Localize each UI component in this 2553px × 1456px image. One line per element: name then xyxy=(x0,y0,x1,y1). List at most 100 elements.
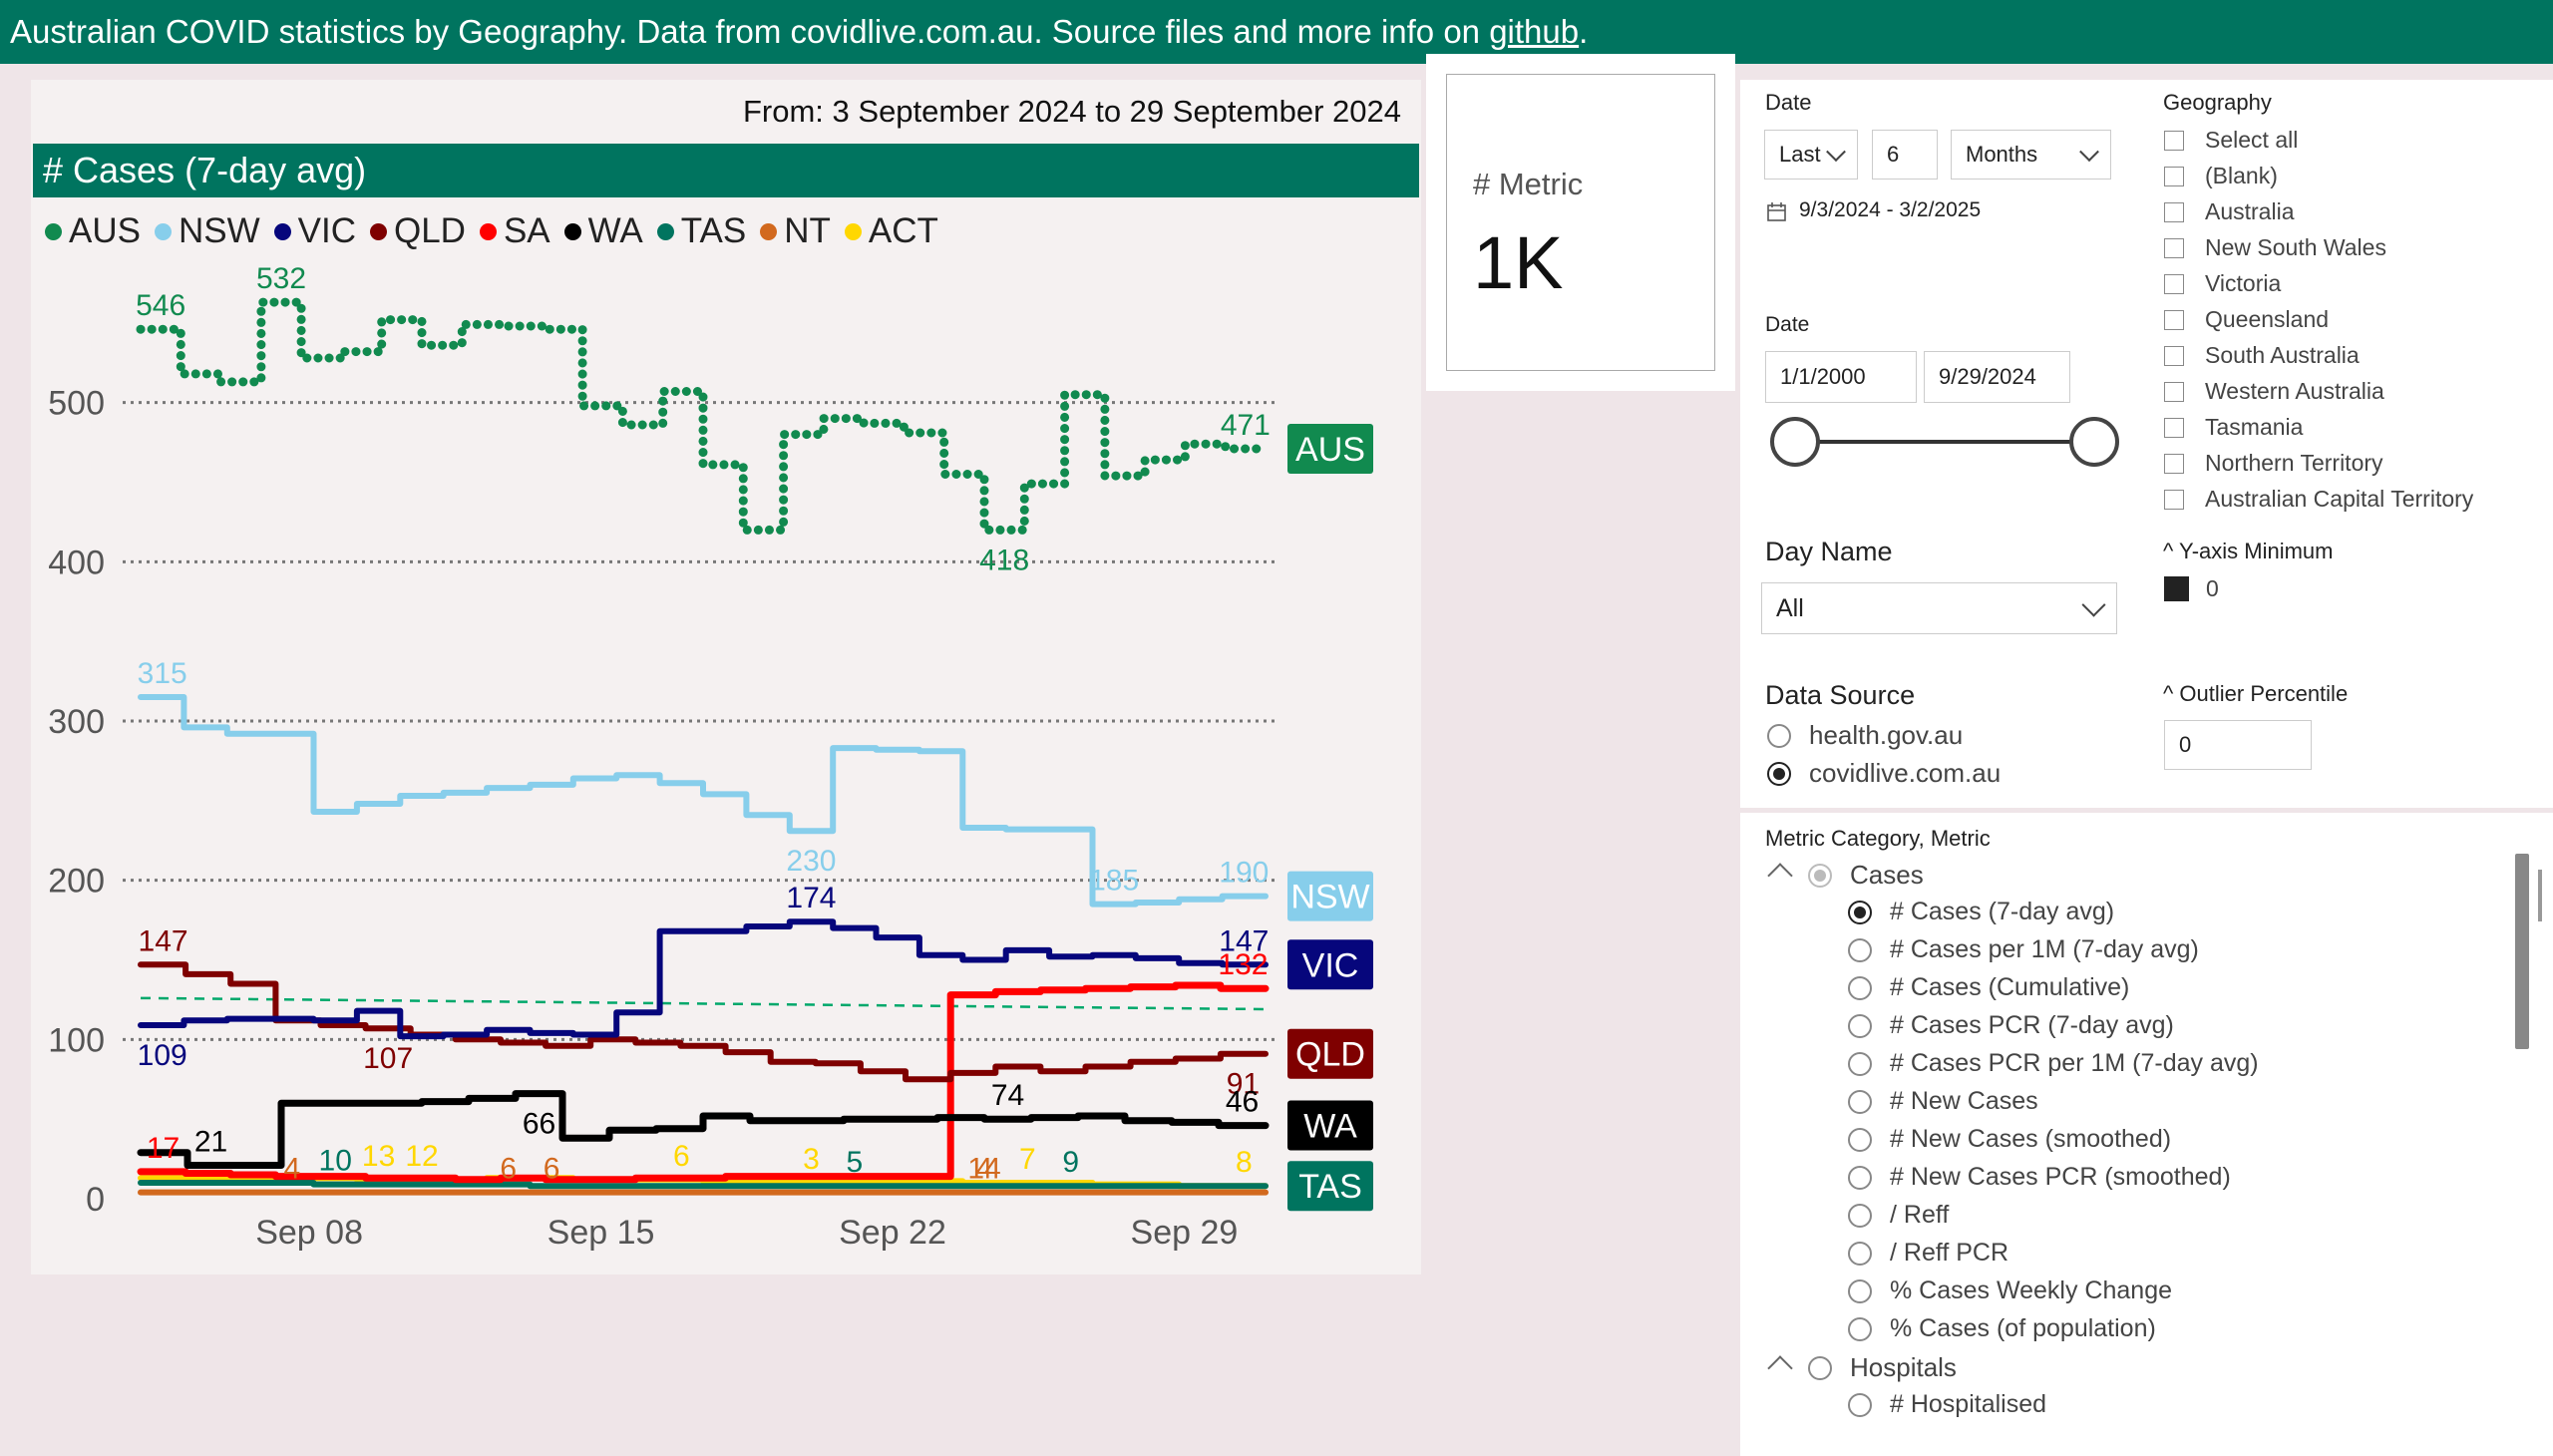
geography-item[interactable]: New South Wales xyxy=(2164,234,2386,261)
radio-button[interactable] xyxy=(1848,1316,1872,1341)
radio-button[interactable] xyxy=(1808,1355,1832,1380)
radio-button[interactable] xyxy=(1848,937,1872,962)
calendar-icon xyxy=(1767,202,1786,221)
radio-button[interactable] xyxy=(1848,975,1872,1000)
metric-item[interactable]: # New Cases PCR (smoothed) xyxy=(1848,1163,2231,1192)
series-line-aus[interactable] xyxy=(136,297,1271,535)
y-axis-min-title: ^ Y-axis Minimum xyxy=(2163,539,2334,563)
checkbox[interactable] xyxy=(2164,201,2184,222)
slider-start-handle[interactable] xyxy=(1770,417,1820,467)
legend-item[interactable]: SA xyxy=(479,211,550,251)
legend-item[interactable]: TAS xyxy=(656,211,746,251)
geography-item[interactable]: Western Australia xyxy=(2164,378,2384,405)
data-label: 532 xyxy=(256,262,306,295)
date-range-slider[interactable] xyxy=(1765,414,2124,474)
geography-item[interactable]: Tasmania xyxy=(2164,414,2303,441)
checkbox[interactable] xyxy=(2164,453,2184,474)
geography-item[interactable]: Northern Territory xyxy=(2164,450,2383,477)
geography-item[interactable]: (Blank) xyxy=(2164,163,2278,189)
slider-end-handle[interactable] xyxy=(2069,417,2119,467)
checkbox[interactable] xyxy=(2164,381,2184,402)
series-line-tas[interactable] xyxy=(138,1180,1269,1190)
metric-item-label: / Reff xyxy=(1890,1201,1950,1229)
checkbox[interactable] xyxy=(2164,345,2184,366)
metric-item[interactable]: # Cases PCR (7-day avg) xyxy=(1848,1011,2174,1040)
checkbox[interactable] xyxy=(2164,166,2184,186)
day-name-dropdown[interactable]: All xyxy=(1761,582,2117,634)
date-mode-dropdown[interactable]: Last xyxy=(1764,130,1858,180)
radio-button[interactable] xyxy=(1848,1089,1872,1114)
legend-item[interactable]: AUS xyxy=(45,211,141,251)
checkbox[interactable] xyxy=(2164,489,2184,510)
date-count-input[interactable]: 6 xyxy=(1872,130,1938,180)
radio-button[interactable] xyxy=(1848,1278,1872,1303)
geography-item[interactable]: Victoria xyxy=(2164,270,2281,297)
end-date-input[interactable]: 9/29/2024 xyxy=(1924,351,2070,403)
chevron-down-icon xyxy=(2079,142,2099,163)
radio-button[interactable] xyxy=(1767,761,1791,786)
metric-item[interactable]: # New Cases (smoothed) xyxy=(1848,1125,2171,1154)
metric-item[interactable]: # Cases (7-day avg) xyxy=(1848,898,2114,926)
outlier-input[interactable]: 0 xyxy=(2164,720,2312,770)
chart-title: # Cases (7-day avg) xyxy=(33,144,1419,197)
checkbox[interactable] xyxy=(2164,237,2184,258)
radio-button[interactable] xyxy=(1848,1392,1872,1417)
radio-button[interactable] xyxy=(1767,723,1791,748)
checkbox[interactable] xyxy=(2164,273,2184,294)
geography-item[interactable]: South Australia xyxy=(2164,342,2360,369)
metric-group-label: Hospitals xyxy=(1850,1352,1957,1382)
checkbox[interactable] xyxy=(2164,130,2184,151)
date-unit-dropdown[interactable]: Months xyxy=(1951,130,2111,180)
series-line-vic[interactable] xyxy=(138,918,1269,1040)
series-line-wa[interactable] xyxy=(137,1090,1270,1169)
metric-item[interactable]: / Reff PCR xyxy=(1848,1239,2008,1268)
data-label: 174 xyxy=(786,882,836,914)
geography-item[interactable]: Queensland xyxy=(2164,306,2329,333)
data-label: 132 xyxy=(1218,948,1268,981)
radio-button[interactable] xyxy=(1848,1127,1872,1152)
data-source-option-covidlive[interactable]: covidlive.com.au xyxy=(1767,758,2001,789)
radio-button[interactable] xyxy=(1848,1203,1872,1228)
metric-item[interactable]: % Cases Weekly Change xyxy=(1848,1276,2172,1305)
legend-item[interactable]: WA xyxy=(563,211,643,251)
metric-item[interactable]: # Hospitalised xyxy=(1848,1390,2046,1419)
geography-item[interactable]: Australian Capital Territory xyxy=(2164,486,2473,513)
metric-item[interactable]: # Cases (Cumulative) xyxy=(1848,973,2129,1002)
y-tick-label: 300 xyxy=(48,703,105,741)
metric-item[interactable]: / Reff xyxy=(1848,1201,1949,1230)
data-label: 109 xyxy=(138,1039,187,1072)
legend-item[interactable]: QLD xyxy=(369,211,466,251)
metric-item[interactable]: # New Cases xyxy=(1848,1087,2038,1116)
radio-button[interactable] xyxy=(1848,1013,1872,1038)
radio-button[interactable] xyxy=(1848,1241,1872,1266)
data-source-option-health[interactable]: health.gov.au xyxy=(1767,720,1963,751)
color-swatch[interactable] xyxy=(2164,576,2189,601)
legend-item[interactable]: NT xyxy=(760,211,831,251)
metric-group[interactable]: Hospitals xyxy=(1808,1352,1957,1383)
metric-list-scrollbar[interactable] xyxy=(2515,854,2529,1049)
github-link[interactable]: github xyxy=(1489,13,1579,50)
start-date-value: 1/1/2000 xyxy=(1780,364,1866,389)
x-tick-label: Sep 15 xyxy=(547,1214,655,1252)
start-date-input[interactable]: 1/1/2000 xyxy=(1765,351,1917,403)
radio-button[interactable] xyxy=(1848,1051,1872,1076)
legend-item[interactable]: VIC xyxy=(273,211,356,251)
metric-item[interactable]: # Cases PCR per 1M (7-day avg) xyxy=(1848,1049,2259,1078)
metric-item-label: # Cases (7-day avg) xyxy=(1890,898,2115,925)
checkbox[interactable] xyxy=(2164,417,2184,438)
radio-button[interactable] xyxy=(1848,900,1872,924)
series-line-sa[interactable] xyxy=(137,981,1270,1184)
legend-item[interactable]: ACT xyxy=(844,211,938,251)
radio-button[interactable] xyxy=(1848,1165,1872,1190)
checkbox[interactable] xyxy=(2164,309,2184,330)
geography-item[interactable]: Select all xyxy=(2164,127,2298,154)
series-line-qld[interactable] xyxy=(138,961,1269,1083)
panel-resize-handle[interactable] xyxy=(2538,870,2542,921)
metric-item[interactable]: % Cases (of population) xyxy=(1848,1314,2156,1343)
geography-item[interactable]: Australia xyxy=(2164,198,2294,225)
metric-group[interactable]: Cases xyxy=(1808,860,1924,891)
radio-button[interactable] xyxy=(1808,863,1832,888)
legend-item[interactable]: NSW xyxy=(154,211,260,251)
metric-item[interactable]: # Cases per 1M (7-day avg) xyxy=(1848,935,2199,964)
metric-group-label: Cases xyxy=(1850,860,1924,890)
